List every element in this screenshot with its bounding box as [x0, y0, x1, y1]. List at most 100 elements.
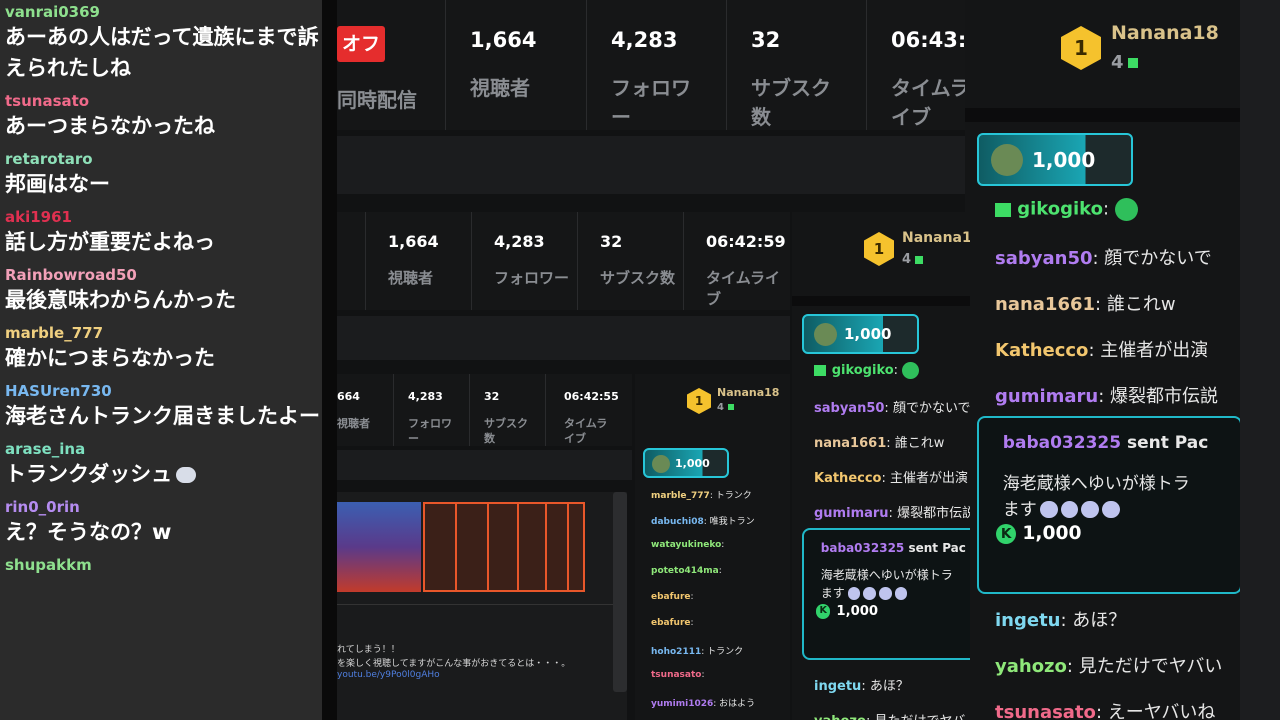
chat-text: トランク [707, 647, 744, 657]
chat-overlay: vanrai0369 あーあの人はだって遺族にまで訴えられたしね tsunasato… [0, 0, 322, 720]
chat-text: あほ？ [1072, 610, 1127, 631]
chat-message: poteto414ma: [651, 566, 722, 576]
chat-username[interactable]: HASUren730 [5, 379, 322, 401]
chat-username[interactable]: ebafure [651, 618, 691, 628]
points-pill[interactable]: 1,000 [802, 314, 919, 354]
chat-username[interactable]: retarotaro [5, 147, 322, 169]
rank-username: Nanana18 [717, 386, 780, 399]
chat-username[interactable]: aki1961 [5, 205, 322, 227]
chat-message: HASUren730 海老さんトランク届きましたよー [5, 379, 322, 432]
chat-message: hoho2111: トランク [651, 647, 744, 657]
chat-username[interactable]: tsunasato [995, 702, 1096, 720]
chat-text: あーつまらなかったね [5, 114, 215, 138]
scrollbar[interactable] [1240, 0, 1280, 720]
points-pill[interactable]: 1,000 [643, 448, 729, 478]
chat-username[interactable]: arase_ina [5, 437, 322, 459]
chat-message: watayukineko: [651, 540, 725, 550]
video-link[interactable]: youtu.be/y9Po0l0gAHo [337, 670, 440, 680]
stat-followers: 4,283 フォロワー [471, 212, 577, 310]
chat-username[interactable]: sabyan50 [995, 248, 1093, 269]
avatar [991, 144, 1023, 176]
chat-username[interactable]: gikogiko [1017, 199, 1103, 220]
chat-text: トランク [715, 491, 752, 501]
chat-text: 話し方が重要だよねっ [5, 230, 215, 254]
stat-followers: 4,283 フォロワー [393, 374, 469, 446]
chat-username[interactable]: gikogiko [832, 363, 894, 378]
chat-username[interactable]: ingetu [995, 610, 1061, 631]
stat-viewers: 1,664 視聴者 [365, 212, 471, 310]
points-pill[interactable]: 1,000 [977, 133, 1133, 186]
gift-icon [1127, 58, 1138, 68]
chat-message: tsunasato: えーヤバいね [995, 698, 1215, 720]
chat-text: おはよう [719, 699, 756, 709]
chat-text: 主催者が出演 [890, 471, 969, 486]
chat-username[interactable]: yahozo [995, 656, 1067, 677]
chat-username[interactable]: ebafure [651, 592, 691, 602]
chat-username[interactable]: hoho2111 [651, 647, 701, 657]
chat-message: dabuchi08: 唯我トラン [651, 517, 755, 527]
gift-message: ます [1003, 495, 1121, 520]
chat-message: ebafure: [651, 618, 694, 628]
chat-username[interactable]: poteto414ma [651, 566, 719, 576]
chat-username[interactable]: nana1661 [814, 436, 886, 451]
chat-message: arase_ina トランクダッシュ [5, 437, 322, 490]
chat-username[interactable]: rin0_0rin [5, 495, 322, 517]
rank-badge: 1 [1061, 26, 1101, 70]
chat-message: Kathecco: 主催者が出演 [995, 340, 1209, 361]
sub-badge-icon [814, 365, 826, 376]
stats-bar: 664 視聴者 4,283 フォロワー 32 サブスク数 06:42:55 タイ… [337, 374, 632, 446]
gift-message: ます [821, 584, 908, 601]
gift-amount: K 1,000 [816, 604, 878, 620]
chat-username[interactable]: marble_777 [5, 321, 322, 343]
avatar [814, 323, 837, 346]
chat-username[interactable]: nana1661 [995, 294, 1095, 315]
stat-viewers: 664 視聴者 [337, 390, 370, 430]
emote-icon [902, 362, 920, 379]
scrollbar[interactable] [613, 492, 627, 692]
chat-username[interactable]: yahozo [814, 714, 866, 720]
stream-dashboard: オフ 同時配信 1,664 視聴者 4,283 フォロワー 32 サブスク数 0… [337, 0, 1280, 720]
rank-username: Nanana18 [902, 230, 970, 246]
gift-sender[interactable]: baba032325 [1003, 433, 1121, 453]
chat-username[interactable]: ingetu [814, 679, 861, 694]
gift-amount: K 1,000 [996, 523, 1082, 544]
chat-text: 唯我トラン [709, 517, 755, 527]
chat-username[interactable]: marble_777 [651, 491, 710, 501]
chat-message: nana1661: 誰これw [814, 436, 945, 451]
chat-message: marble_777 確かにつまらなかった [5, 321, 322, 374]
chat-message: tsunasato あーつまらなかったね [5, 89, 322, 142]
chat-username[interactable]: gumimaru [814, 506, 889, 521]
ghost-emote-icon [863, 587, 876, 600]
chat-username[interactable]: watayukineko [651, 540, 721, 550]
ghost-emote-icon [1081, 500, 1100, 519]
chat-username[interactable]: vanrai0369 [5, 0, 322, 22]
chat-username[interactable]: shupakkm [5, 553, 322, 575]
gift-card: baba032325 sent Pac 海老蔵様へゆいが様トラ ます K 1,000 [977, 416, 1242, 594]
chat-username[interactable]: sabyan50 [814, 401, 884, 416]
nested-stream-view: 1,664 視聴者 4,283 フォロワー 32 サブスク数 06:42:59 … [337, 212, 970, 720]
chat-username[interactable]: tsunasato [5, 89, 322, 111]
chat-username[interactable]: Kathecco [995, 340, 1088, 361]
chat-text: あーあの人はだって遺族にまで訴えられたしね [5, 25, 319, 80]
chat-username[interactable]: yumimi1026 [651, 699, 713, 709]
emote-icon [176, 467, 197, 483]
chat-username[interactable]: tsunasato [651, 670, 701, 680]
chat-username[interactable]: gumimaru [995, 386, 1098, 407]
ghost-emote-icon [879, 587, 892, 600]
simulcast-label: 同時配信 [337, 88, 417, 112]
chat-text: 爆裂都市伝説 [1110, 386, 1219, 407]
ghost-emote-icon [847, 587, 861, 600]
chat-username[interactable]: Rainbowroad50 [5, 263, 322, 285]
rank-badge: 1 [687, 388, 711, 414]
coin-icon: K [996, 523, 1017, 545]
chat-column: 1 Nanana18 4 1,000 gikogiko: sabyan50: 顔… [965, 0, 1242, 720]
chat-text: あほ？ [869, 679, 909, 694]
stat-subscriptions: 32 サブスク数 [726, 0, 866, 130]
video-player[interactable]: れてしまう！！ を楽しく視聴してますがこんな事がおきてるとは・・・。 youtu… [337, 492, 627, 720]
chat-column: 1 Nanana18 4 1,000 gikogiko: sabyan50: 顔… [792, 212, 970, 720]
chat-message: ingetu: あほ？ [814, 679, 909, 694]
chat-text: トランクダッシュ [5, 459, 322, 490]
chat-username[interactable]: Kathecco [814, 471, 881, 486]
chat-username[interactable]: dabuchi08 [651, 517, 704, 527]
gift-sender[interactable]: baba032325 [821, 541, 904, 555]
